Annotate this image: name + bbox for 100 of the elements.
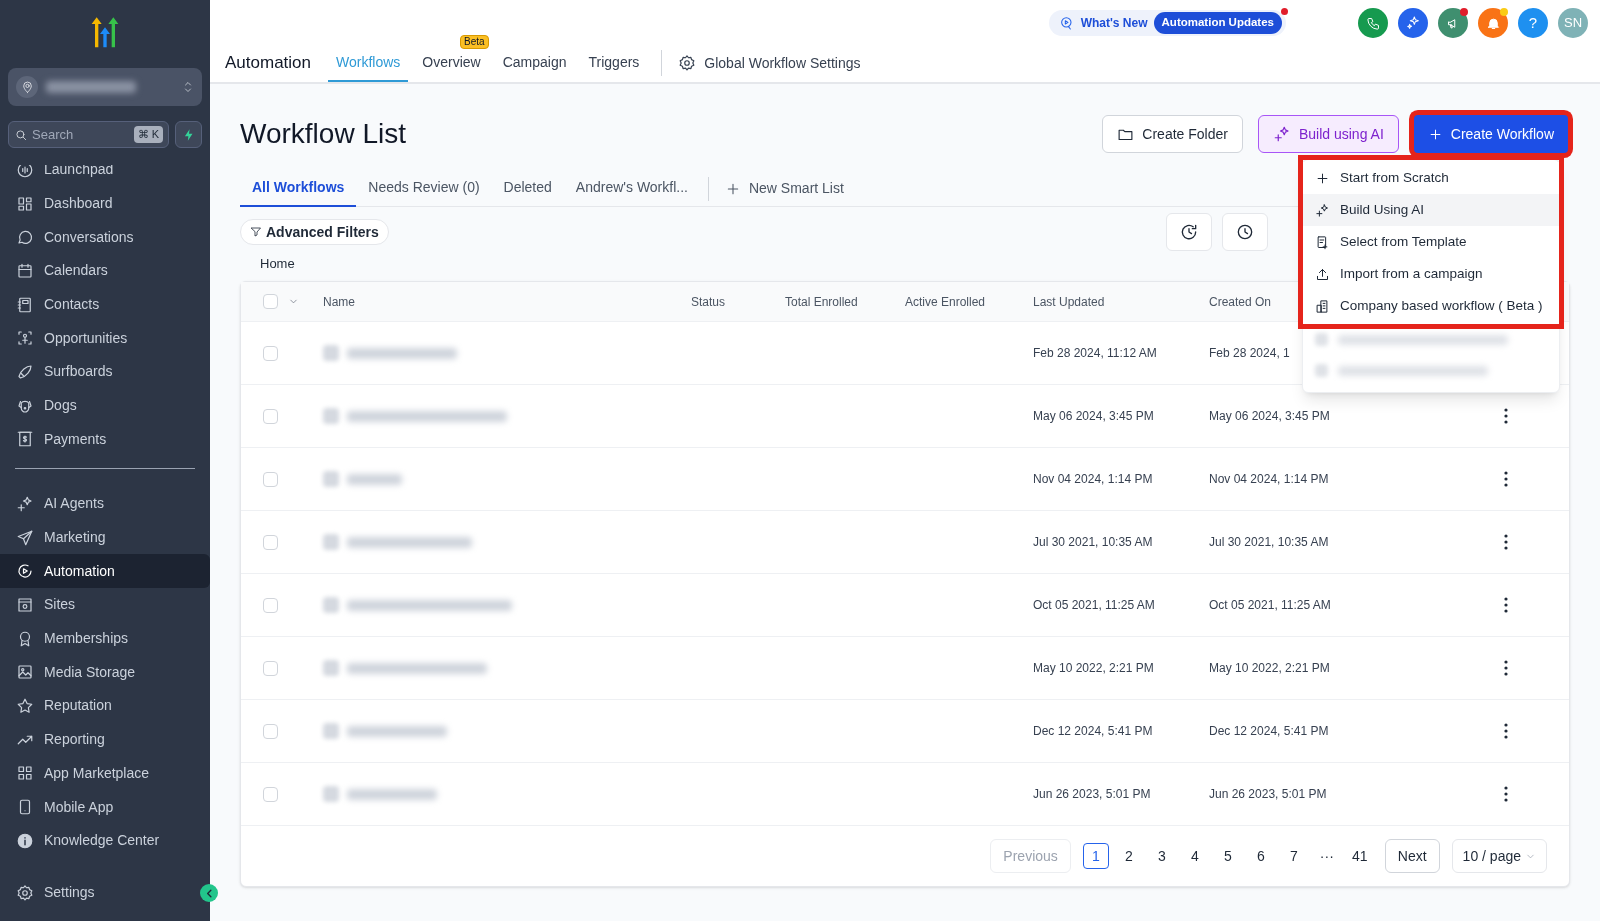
more-options-icon[interactable]: [1504, 597, 1508, 613]
redacted-icon: [1315, 333, 1328, 346]
table-cell-text: May 10 2022, 2:21 PM: [1209, 660, 1330, 677]
table-cell-text: Nov 04 2024, 1:14 PM: [1209, 471, 1329, 488]
row-checkbox[interactable]: [263, 534, 278, 550]
nav-item[interactable]: Dogs: [0, 388, 210, 423]
account-switcher[interactable]: [8, 68, 202, 106]
nav-item[interactable]: Surfboards: [0, 355, 210, 389]
page-button[interactable]: 2: [1115, 843, 1142, 869]
search-input[interactable]: Search: [32, 124, 130, 145]
search-field[interactable]: Search ⌘ K: [8, 121, 169, 148]
settings-item[interactable]: Settings: [0, 875, 150, 910]
redacted-icon: [323, 786, 339, 802]
page-size-select[interactable]: 10 / page: [1451, 839, 1547, 873]
notifications-button[interactable]: [1478, 8, 1508, 38]
next-button[interactable]: Next: [1384, 839, 1440, 873]
nav-item[interactable]: App Marketplace: [0, 756, 210, 791]
page-button[interactable]: 41: [1346, 843, 1373, 869]
list-tab[interactable]: Needs Review (0): [356, 170, 492, 207]
more-options-icon[interactable]: [1504, 786, 1508, 802]
create-folder-button[interactable]: Create Folder: [1102, 115, 1243, 153]
page-button[interactable]: 4: [1181, 843, 1208, 869]
phone-icon: [1365, 15, 1381, 31]
nav-item[interactable]: Mobile App: [0, 790, 210, 824]
collapse-button[interactable]: [200, 884, 218, 902]
phone-button[interactable]: [1358, 8, 1388, 38]
plus-icon: [1427, 126, 1443, 142]
redacted-icon: [323, 597, 339, 613]
row-checkbox[interactable]: [263, 345, 278, 361]
list-tab[interactable]: All Workflows: [240, 170, 357, 207]
menu-item[interactable]: Company based workflow ( Beta ): [1303, 290, 1559, 322]
nav-item[interactable]: Payments: [0, 422, 210, 456]
info-icon: [16, 831, 34, 850]
nav-item[interactable]: Automation: [0, 554, 210, 589]
page-button[interactable]: 6: [1247, 843, 1274, 869]
row-checkbox[interactable]: [263, 786, 278, 802]
settings-link[interactable]: Global Workflow Settings: [670, 52, 869, 74]
sparkle-icon: [1272, 125, 1291, 143]
history-icon: [1179, 222, 1199, 242]
bell-icon: [1485, 15, 1501, 31]
page-button[interactable]: 3: [1148, 843, 1175, 869]
column-header: Name: [323, 293, 355, 311]
row-checkbox[interactable]: [263, 597, 278, 613]
menu-item[interactable]: Start from Scratch: [1303, 162, 1559, 194]
more-options-icon[interactable]: [1504, 408, 1508, 424]
updates-badge: Automation Updates: [1153, 12, 1282, 34]
more-options-icon[interactable]: [1504, 723, 1508, 739]
row-checkbox[interactable]: [263, 660, 278, 676]
sparkle-icon: [1405, 15, 1421, 31]
nav-item[interactable]: Launchpad: [0, 165, 210, 187]
ai-button[interactable]: [1398, 8, 1428, 38]
nav-item[interactable]: Sites: [0, 588, 210, 622]
nav-item[interactable]: Dashboard: [0, 186, 210, 221]
column-header: Status: [691, 293, 726, 311]
announcements-button[interactable]: [1438, 8, 1468, 38]
nav-item[interactable]: Media Storage: [0, 655, 210, 690]
website-icon: [16, 595, 34, 614]
nav-tab[interactable]: Triggers: [580, 44, 648, 82]
search-icon: [14, 127, 28, 142]
nav-tab[interactable]: Campaign: [494, 44, 575, 82]
advanced-filters-button[interactable]: Advanced Filters: [240, 219, 389, 245]
page-button[interactable]: 5: [1214, 843, 1241, 869]
more-options-icon[interactable]: [1504, 471, 1508, 487]
page-button[interactable]: 7: [1280, 843, 1307, 869]
table-cell-text: Jul 30 2021, 10:35 AM: [1209, 534, 1329, 551]
quick-action-button[interactable]: [175, 121, 202, 148]
sparkle-icon: [16, 494, 34, 513]
nav-item[interactable]: AI Agents: [0, 487, 210, 521]
nav-item[interactable]: Opportunities: [0, 321, 210, 356]
new-smart-list-button[interactable]: New Smart List: [716, 178, 852, 199]
building-icon: [1315, 298, 1330, 314]
clock-button[interactable]: [1222, 213, 1268, 251]
more-options-icon[interactable]: [1504, 660, 1508, 676]
row-checkbox[interactable]: [263, 471, 278, 487]
nav-item[interactable]: Marketing: [0, 520, 210, 555]
menu-item[interactable]: Import from a campaign: [1303, 258, 1559, 290]
history-button[interactable]: [1166, 213, 1212, 251]
row-checkbox[interactable]: [263, 408, 278, 424]
build-using-ai-button[interactable]: Build using AI: [1257, 115, 1399, 153]
nav-item[interactable]: Knowledge Center: [0, 823, 210, 858]
nav-item[interactable]: Reporting: [0, 722, 210, 757]
nav-item[interactable]: Calendars: [0, 254, 210, 288]
upload-icon: [1315, 266, 1330, 282]
page-button[interactable]: ···: [1313, 843, 1340, 869]
menu-item[interactable]: Build Using AI: [1303, 194, 1559, 226]
nav-item[interactable]: Reputation: [0, 689, 210, 723]
redacted-icon: [1315, 364, 1328, 377]
nav-item[interactable]: Contacts: [0, 287, 210, 322]
page-button[interactable]: 1: [1082, 843, 1109, 869]
row-checkbox[interactable]: [263, 723, 278, 739]
select-all-checkbox[interactable]: [263, 294, 278, 309]
more-options-icon[interactable]: [1504, 534, 1508, 550]
redacted-icon: [323, 408, 339, 424]
list-tab[interactable]: Andrew's Workfl...: [563, 170, 700, 207]
table-cell-text: Dec 12 2024, 5:41 PM: [1209, 723, 1329, 740]
list-tab[interactable]: Deleted: [491, 170, 564, 207]
menu-item[interactable]: Select from Template: [1303, 226, 1559, 258]
nav-item[interactable]: Memberships: [0, 621, 210, 656]
nav-item[interactable]: Conversations: [0, 220, 210, 255]
whats-new-pill[interactable]: What's New Automation Updates: [1048, 10, 1286, 36]
